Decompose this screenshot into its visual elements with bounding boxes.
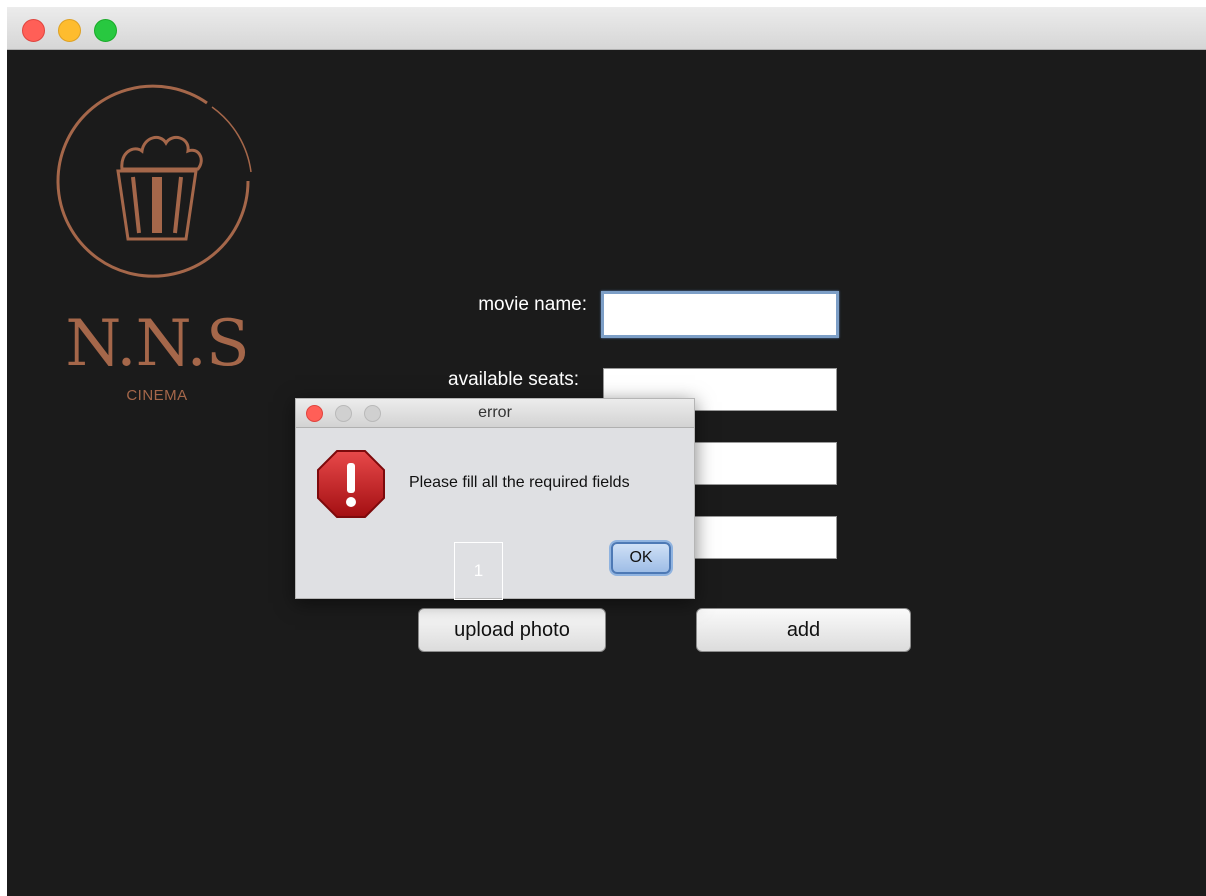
add-button[interactable]: add: [696, 608, 911, 652]
dialog-message: Please fill all the required fields: [409, 474, 630, 491]
popcorn-icon: [56, 84, 252, 278]
app-window: N.N.S CINEMA movie name: available seats…: [7, 7, 1206, 896]
minimize-window-button[interactable]: [58, 19, 81, 42]
movie-name-label: movie name:: [478, 294, 587, 315]
close-window-button[interactable]: [22, 19, 45, 42]
stop-warning-icon: [317, 450, 385, 518]
dialog-title-bar: error: [296, 399, 694, 428]
upload-photo-button[interactable]: upload photo: [418, 608, 606, 652]
dialog-title: error: [478, 404, 512, 421]
logo-subtitle: CINEMA: [126, 387, 188, 404]
title-bar: [7, 7, 1206, 50]
error-dialog: error Please fill all the required field…: [295, 398, 695, 600]
zoom-window-button[interactable]: [94, 19, 117, 42]
ok-button[interactable]: OK: [611, 542, 671, 574]
available-seats-label: available seats:: [448, 369, 579, 390]
cinema-logo: N.N.S CINEMA: [52, 77, 262, 417]
logo-title: N.N.S: [65, 307, 249, 381]
step-marker: 1: [454, 542, 503, 600]
movie-name-input[interactable]: [601, 291, 839, 338]
